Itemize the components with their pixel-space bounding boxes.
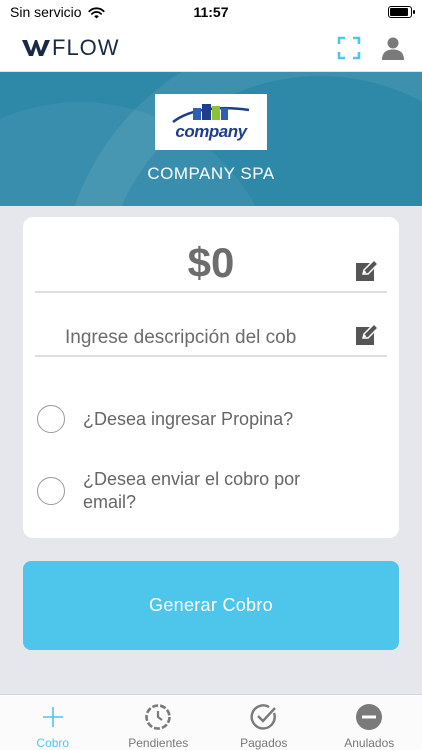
app-logo: FLOW (22, 35, 120, 61)
status-left: Sin servicio (10, 4, 105, 20)
tab-anulados[interactable]: Anulados (317, 695, 422, 750)
email-radio[interactable] (37, 477, 65, 505)
tab-label: Pendientes (128, 736, 189, 750)
scan-icon (337, 36, 361, 59)
description-input[interactable] (65, 327, 347, 349)
tab-label: Pagados (240, 736, 288, 750)
company-name: COMPANY SPA (147, 164, 275, 183)
user-icon (382, 37, 404, 60)
tab-label: Anulados (344, 736, 395, 750)
payment-form-card: $0 ¿Desea ingresar Propina? ¿Desea envia… (23, 217, 399, 538)
minus-circle-icon (354, 702, 384, 732)
description-field[interactable] (35, 317, 387, 357)
buildings-icon (172, 104, 250, 123)
tip-option-label: ¿Desea ingresar Propina? (83, 409, 294, 429)
tab-cobro[interactable]: Cobro (0, 695, 106, 750)
profile-button[interactable] (380, 35, 406, 61)
generate-charge-button[interactable]: Generar Cobro (23, 561, 399, 650)
wifi-icon (87, 6, 105, 18)
status-bar: Sin servicio 11:57 (0, 0, 422, 24)
clock-icon (143, 702, 173, 732)
email-option[interactable]: ¿Desea enviar el cobro por email? (37, 469, 353, 514)
tab-label: Cobro (36, 736, 70, 750)
flow-logo-icon (22, 39, 50, 56)
tip-radio[interactable] (37, 405, 65, 433)
logo-text: FLOW (52, 34, 120, 60)
scan-button[interactable] (336, 35, 362, 61)
tab-pendientes[interactable]: Pendientes (106, 695, 212, 750)
tab-bar: Cobro Pendientes Pagados Anulados (0, 694, 422, 750)
edit-icon[interactable] (355, 259, 379, 283)
battery-fill (390, 8, 408, 16)
email-option-label: ¿Desea enviar el cobro por email? (83, 469, 301, 512)
tab-pagados[interactable]: Pagados (211, 695, 317, 750)
tip-option[interactable]: ¿Desea ingresar Propina? (37, 405, 353, 433)
company-logo: company (155, 94, 267, 150)
plus-icon (38, 702, 68, 732)
edit-icon[interactable] (355, 323, 379, 347)
nav-bar: FLOW (0, 24, 422, 72)
company-header: company COMPANY SPA (0, 72, 422, 206)
amount-value: $0 (187, 239, 235, 286)
company-logo-text: company (175, 122, 247, 141)
check-circle-icon (249, 702, 279, 732)
carrier-label: Sin servicio (10, 4, 82, 20)
battery-icon (388, 6, 415, 18)
nav-actions (336, 35, 406, 61)
amount-field[interactable]: $0 (35, 237, 387, 293)
